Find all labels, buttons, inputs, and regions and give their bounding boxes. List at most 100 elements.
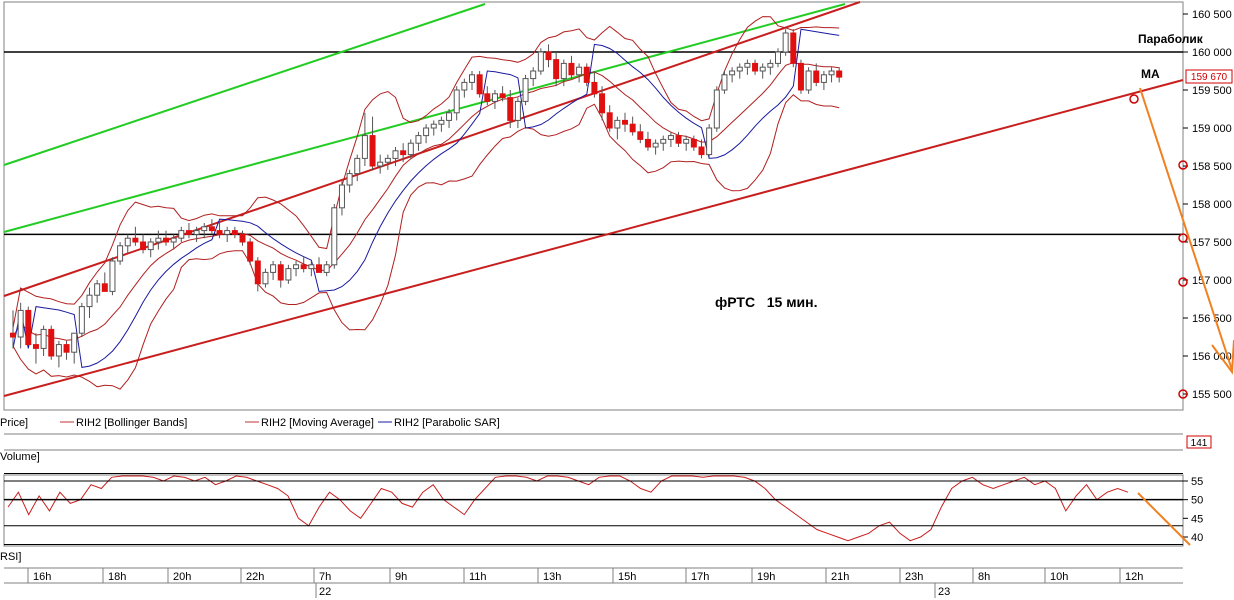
candle-body — [117, 245, 124, 262]
candle-body — [300, 264, 307, 270]
time-tick-label: 21h — [831, 571, 849, 583]
candle-body — [308, 264, 315, 270]
candle-body — [576, 66, 583, 76]
price-tick-label: 156 500 — [1192, 313, 1232, 325]
rsi-tick-label: 40 — [1191, 532, 1203, 544]
candle-body — [124, 237, 131, 247]
time-tick-label: 16h — [33, 571, 51, 583]
candle-body — [446, 112, 453, 121]
candle-body — [354, 157, 361, 175]
candle-body — [683, 138, 690, 144]
candle-body — [430, 123, 437, 129]
candle-body — [706, 127, 713, 156]
candle-body — [507, 97, 514, 121]
candle-body — [270, 264, 277, 273]
candle-body — [201, 226, 208, 232]
time-tick-label: 10h — [1050, 571, 1068, 583]
candle-body — [316, 264, 322, 273]
candle-body — [55, 344, 62, 357]
candle-body — [323, 264, 330, 273]
time-tick-label: 23h — [905, 571, 923, 583]
candle-body — [782, 32, 789, 53]
candle-body — [675, 135, 682, 144]
candle-body — [713, 89, 720, 129]
candle-body — [331, 207, 338, 266]
candle-body — [599, 93, 606, 114]
candle-body — [285, 268, 292, 281]
candle-body — [491, 93, 498, 102]
candle-body — [744, 62, 751, 68]
candle-body — [560, 62, 567, 80]
candle-body — [17, 309, 24, 338]
candle-body — [469, 74, 475, 83]
rsi-tick-label: 45 — [1191, 513, 1203, 525]
candle-body — [522, 78, 529, 102]
candle-body — [63, 344, 70, 353]
legend-sar: RIH2 [Parabolic SAR] — [394, 417, 500, 429]
price-axis: 160 500 160 000 159 500 159 000 158 500 158 0… — [1183, 9, 1232, 401]
candle-body — [438, 119, 445, 125]
candle-body — [660, 138, 667, 144]
candle-body — [231, 230, 238, 235]
time-tick-label: 13h — [543, 571, 561, 583]
candle-body — [729, 70, 736, 76]
candle-body — [415, 135, 422, 144]
candle-body — [583, 66, 590, 83]
candle-body — [797, 62, 804, 91]
candle-body — [338, 184, 345, 209]
candle-body — [545, 51, 552, 61]
candle-body — [101, 283, 108, 292]
candle-body — [484, 93, 491, 102]
candle-body — [140, 241, 147, 251]
candle-body — [10, 332, 16, 338]
candle-body — [775, 51, 781, 64]
time-tick-label: 18h — [108, 571, 126, 583]
candle-body — [208, 226, 215, 232]
candle-body — [461, 81, 468, 91]
last-price-label: 159 670 — [1191, 72, 1228, 83]
price-tick-label: 160 000 — [1192, 47, 1232, 59]
candle-body — [185, 230, 192, 235]
candle-body — [40, 328, 47, 349]
time-tick-label: 15h — [618, 571, 636, 583]
time-tick-label: 17h — [691, 571, 709, 583]
candle-body — [736, 66, 743, 72]
rsi-label: RSI] — [0, 551, 21, 563]
time-tick-label: 8h — [978, 571, 990, 583]
ma-annotation: MA — [1141, 67, 1160, 81]
candle-body — [530, 70, 537, 80]
volume-label: Volume] — [0, 451, 40, 463]
rsi-tick-label: 50 — [1191, 495, 1203, 507]
price-tick-label: 159 500 — [1192, 85, 1232, 97]
rsi-pane — [3, 474, 1184, 547]
candle-body — [400, 150, 407, 156]
time-tick-label: 9h — [395, 571, 407, 583]
candle-body — [698, 146, 705, 156]
time-tick-label: 20h — [173, 571, 191, 583]
candle-body — [644, 138, 651, 148]
parabolic-annotation: Параболик — [1138, 32, 1204, 46]
price-tick-label: 157 000 — [1192, 275, 1232, 287]
candle-body — [71, 332, 78, 353]
candle-body — [193, 230, 200, 235]
candle-body — [78, 306, 85, 334]
time-tick-label: 12h — [1125, 571, 1143, 583]
candle-body — [553, 59, 560, 80]
candle-body — [247, 241, 254, 262]
candle-body — [384, 157, 391, 163]
price-tick-label: 157 500 — [1192, 237, 1232, 249]
candle-body — [499, 93, 506, 99]
candle-body — [239, 233, 246, 243]
candle-body — [514, 100, 521, 121]
rsi-tick-label: 55 — [1191, 476, 1203, 488]
candle-body — [377, 161, 384, 167]
candle-body — [614, 119, 621, 129]
price-tick-label: 158 500 — [1192, 161, 1232, 173]
candle-body — [224, 230, 231, 235]
legend-bollinger: RIH2 [Bollinger Bands] — [76, 417, 187, 429]
candle-body — [346, 173, 353, 186]
candle-body — [32, 344, 39, 349]
time-tick-label: 22h — [246, 571, 264, 583]
candle-body — [690, 138, 697, 148]
candle-body — [752, 62, 759, 72]
